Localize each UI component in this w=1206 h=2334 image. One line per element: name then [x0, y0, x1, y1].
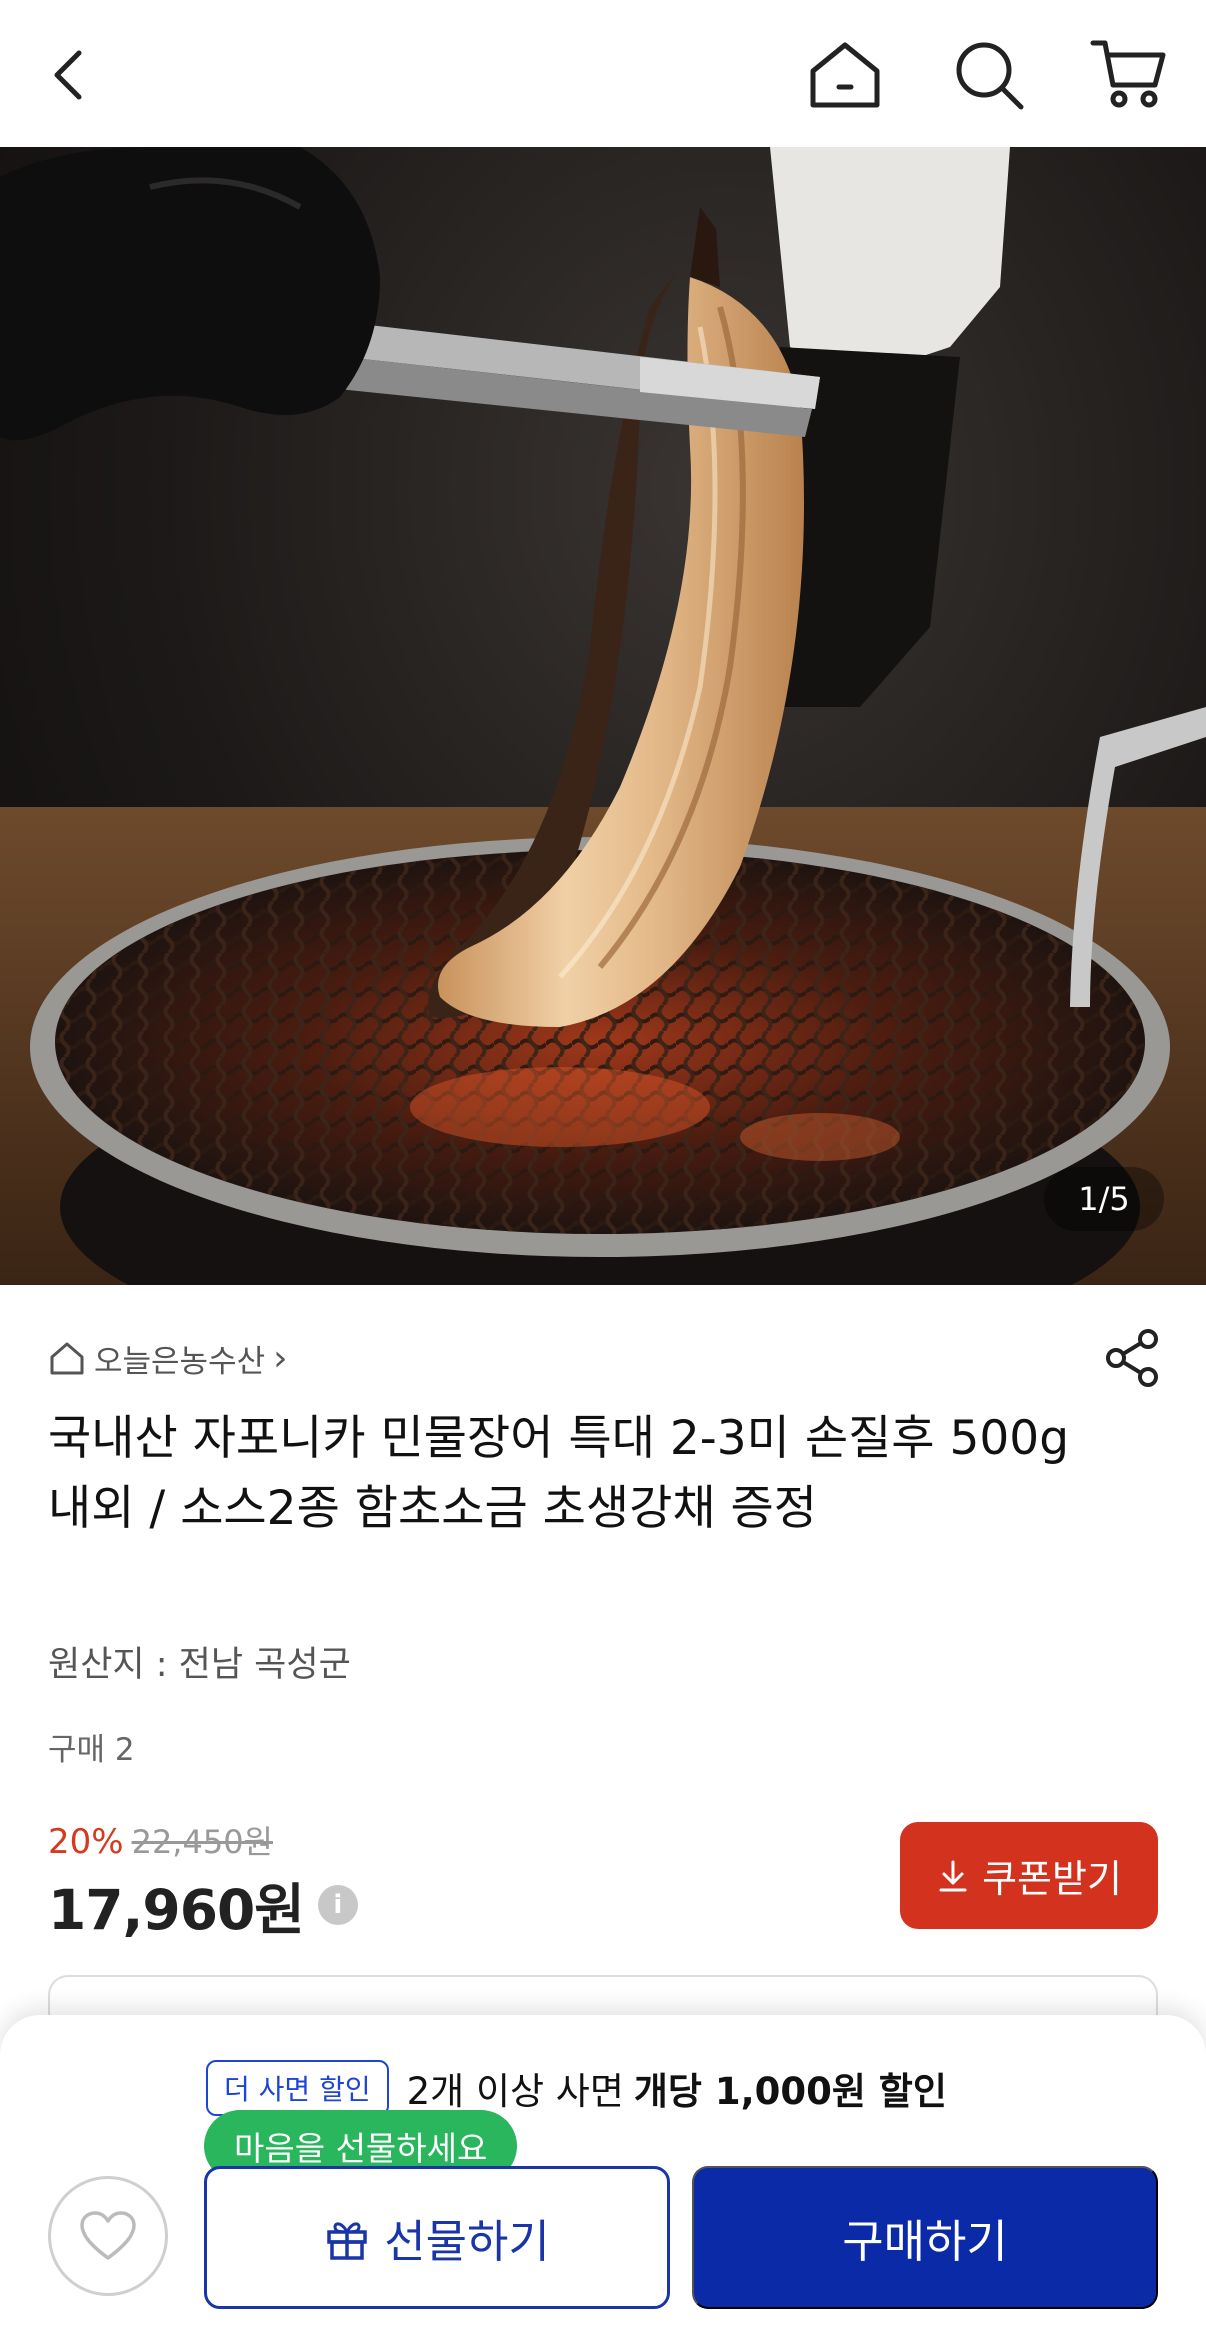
- cart-icon[interactable]: [1084, 30, 1174, 120]
- store-home-icon: [50, 1342, 84, 1375]
- discount-rate: 20%: [48, 1822, 124, 1862]
- buy-label: 구매하기: [842, 2216, 1008, 2267]
- product-title: 국내산 자포니카 민물장어 특대 2-3미 손질후 500g 내외 / 소스2종…: [48, 1411, 1070, 1536]
- home-icon[interactable]: [800, 30, 890, 120]
- origin-info: 원산지 : 전남 곡성군: [48, 1645, 351, 1685]
- gift-button[interactable]: 선물하기: [204, 2166, 670, 2309]
- download-icon: [939, 1860, 967, 1891]
- store-name: 오늘은농수산: [94, 1343, 266, 1380]
- image-counter: 1/5: [1044, 1167, 1164, 1231]
- share-icon[interactable]: [1100, 1325, 1166, 1391]
- product-image-gallery[interactable]: 1/5: [0, 147, 1206, 1285]
- buy-button[interactable]: 구매하기: [692, 2166, 1158, 2309]
- grilled-eel-photo: [0, 147, 1206, 1285]
- top-navigation-bar: [0, 0, 1206, 147]
- gift-icon: [327, 2221, 367, 2260]
- back-arrow-icon[interactable]: [26, 30, 116, 120]
- gift-label: 선물하기: [384, 2216, 550, 2267]
- final-price: 17,960원: [48, 1878, 305, 1942]
- purchase-bottom-sheet: 더 사면 할인 2개 이상 사면 개당 1,000원 할인 마음을 선물하세요 …: [0, 2015, 1206, 2334]
- original-price: 22,450원: [131, 1823, 273, 1861]
- promo-badge: 더 사면 할인: [206, 2060, 389, 2116]
- chevron-right-icon: ›: [273, 1337, 288, 1379]
- purchase-count: 구매 2: [48, 1732, 135, 1768]
- promo-text: 2개 이상 사면: [406, 2070, 624, 2113]
- bulk-discount-promo: 더 사면 할인 2개 이상 사면 개당 1,000원 할인: [206, 2060, 947, 2116]
- price-block: 20% 22,450원 17,960원 i: [48, 1817, 358, 1945]
- coupon-label: 쿠폰받기: [982, 1859, 1122, 1901]
- store-link[interactable]: 오늘은농수산 ›: [48, 1333, 288, 1383]
- promo-strong-text: 개당 1,000원 할인: [633, 2070, 947, 2113]
- heart-icon: [80, 2211, 136, 2260]
- price-info-icon[interactable]: i: [317, 1885, 358, 1925]
- search-icon[interactable]: [944, 30, 1034, 120]
- coupon-button[interactable]: 쿠폰받기: [900, 1822, 1158, 1929]
- wishlist-button[interactable]: [48, 2176, 168, 2296]
